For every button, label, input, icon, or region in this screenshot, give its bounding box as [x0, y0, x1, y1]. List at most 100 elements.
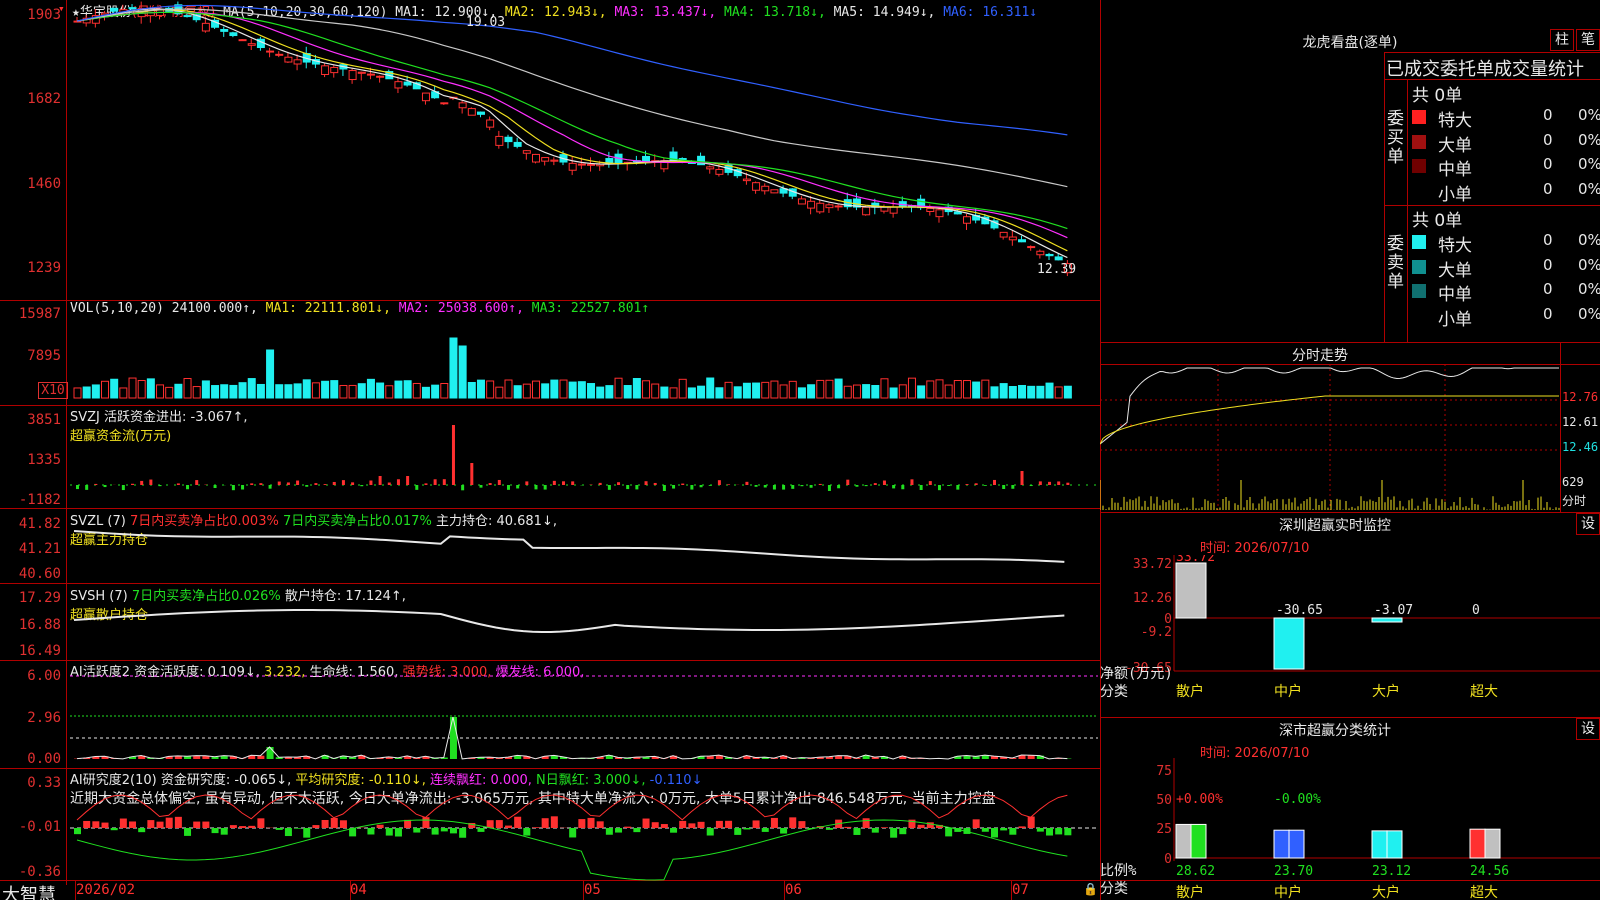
candles-group [73, 1, 1072, 277]
svzj-bar [140, 480, 144, 485]
candle [128, 7, 137, 10]
szstat-settings-button[interactable]: 设 [1576, 718, 1600, 740]
kline-chart-area[interactable] [0, 0, 1100, 900]
ai2-bar [1046, 828, 1054, 836]
ai2-bar [459, 828, 467, 838]
bar-tab-button[interactable]: 柱 [1550, 29, 1574, 51]
volume-bar [917, 385, 926, 399]
svzj-bar [470, 463, 474, 485]
minute-axis-label: 12.46 [1562, 440, 1599, 454]
order-color-swatch [1412, 183, 1426, 198]
ai2-bar [743, 828, 751, 830]
ai2-bar [312, 825, 320, 828]
ai2-bar [715, 820, 723, 828]
volume-bar [238, 382, 247, 399]
volume-bar [119, 387, 128, 399]
szstat-bar [1386, 830, 1403, 859]
svzj-bar [873, 483, 877, 485]
low-mark: 12.39 [1037, 262, 1077, 277]
szstat-chart: 75 50 25 0 28.62 23.70 23.12 24.56 +0.00% -0.00% 散… [1100, 758, 1600, 900]
order-count: 0 [1543, 304, 1553, 323]
svzj-bar [745, 481, 749, 485]
order-total: 共 0单 [1412, 86, 1463, 106]
order-type-label: 大单 [1438, 260, 1472, 281]
candle [1054, 256, 1063, 261]
ai2-bar [569, 828, 577, 838]
volume-bar [715, 387, 724, 399]
volume-bar [862, 384, 871, 399]
candle [797, 198, 806, 205]
volume-bar [816, 379, 825, 399]
ai2-bar [514, 816, 522, 828]
order-type-label: 中单 [1438, 285, 1472, 305]
volume-bar [1027, 385, 1036, 399]
volume-bar [431, 384, 440, 399]
svzj-bar [442, 479, 446, 485]
candle [587, 163, 596, 166]
svzj-bar [323, 484, 327, 485]
volume-bar [788, 380, 797, 399]
tick-tab-button[interactable]: 笔 [1576, 29, 1600, 51]
szmon-settings-button[interactable]: 设 [1576, 513, 1600, 535]
minute-chart[interactable] [1100, 364, 1560, 510]
ai2-bar [725, 820, 733, 828]
ai2-bar [165, 817, 173, 828]
order-percent: 0% [1578, 255, 1600, 274]
svzj-bar [121, 485, 125, 491]
ai2-bar [449, 828, 457, 834]
volume-bar [137, 379, 146, 399]
candle [486, 119, 495, 128]
volume-bar [73, 387, 82, 399]
ai2-bar [1055, 828, 1063, 835]
order-count: 0 [1543, 155, 1553, 173]
szstat-top-label: -0.00% [1274, 792, 1321, 807]
svzj-bar [1048, 481, 1052, 485]
lock-icon[interactable]: 🔒 [1083, 882, 1098, 896]
volume-bar [311, 382, 320, 399]
order-count: 0 [1543, 130, 1553, 149]
volume-bar [1018, 384, 1027, 399]
ai2-bar [633, 828, 641, 833]
order-type-label: 特大 [1438, 111, 1472, 131]
ai2-bar [871, 828, 879, 833]
volume-bar [733, 386, 742, 399]
volume-bar [357, 383, 366, 399]
ai2-bar [440, 828, 448, 832]
volume-bar [376, 382, 385, 399]
volume-bar [779, 384, 788, 399]
svzj-bar [488, 483, 492, 485]
svzj-bar [763, 485, 767, 488]
svzj-bar [332, 481, 336, 485]
svzj-bars-group [70, 425, 1098, 491]
szmon-category: 大户 [1372, 683, 1400, 700]
volume-bar [321, 380, 330, 399]
ma-line [76, 11, 1068, 230]
ai2-bar [211, 828, 219, 834]
ai2-bar [789, 817, 797, 828]
svzj-bar [1066, 482, 1070, 485]
order-type-label: 特大 [1438, 236, 1472, 256]
svzj-bar [506, 485, 510, 490]
candle [770, 189, 779, 194]
szstat-value: 24.56 [1470, 864, 1509, 879]
volume-bar [678, 378, 687, 399]
volume-bar [596, 386, 605, 399]
candle [440, 102, 449, 105]
ai2-bar [880, 827, 888, 828]
szstat-title: 深市超赢分类统计 [1279, 723, 1391, 739]
svzj-bar [231, 485, 235, 491]
svzj-bar [837, 485, 841, 489]
ai2-bar [853, 828, 861, 835]
svzj-bar [864, 485, 868, 487]
ai2-bar [780, 828, 788, 834]
candle [568, 162, 577, 171]
volume-bar [504, 379, 513, 399]
candle [541, 157, 550, 162]
volume-bar [1008, 386, 1017, 399]
svzj-bar [644, 481, 648, 485]
szstat-axis-label: 50 [1156, 793, 1172, 808]
minute-axis-label: 12.61 [1562, 415, 1599, 429]
volume-bar [651, 383, 660, 399]
szmon-category: 散户 [1176, 683, 1204, 700]
sell-orders-label: 委卖单 [1387, 234, 1404, 292]
